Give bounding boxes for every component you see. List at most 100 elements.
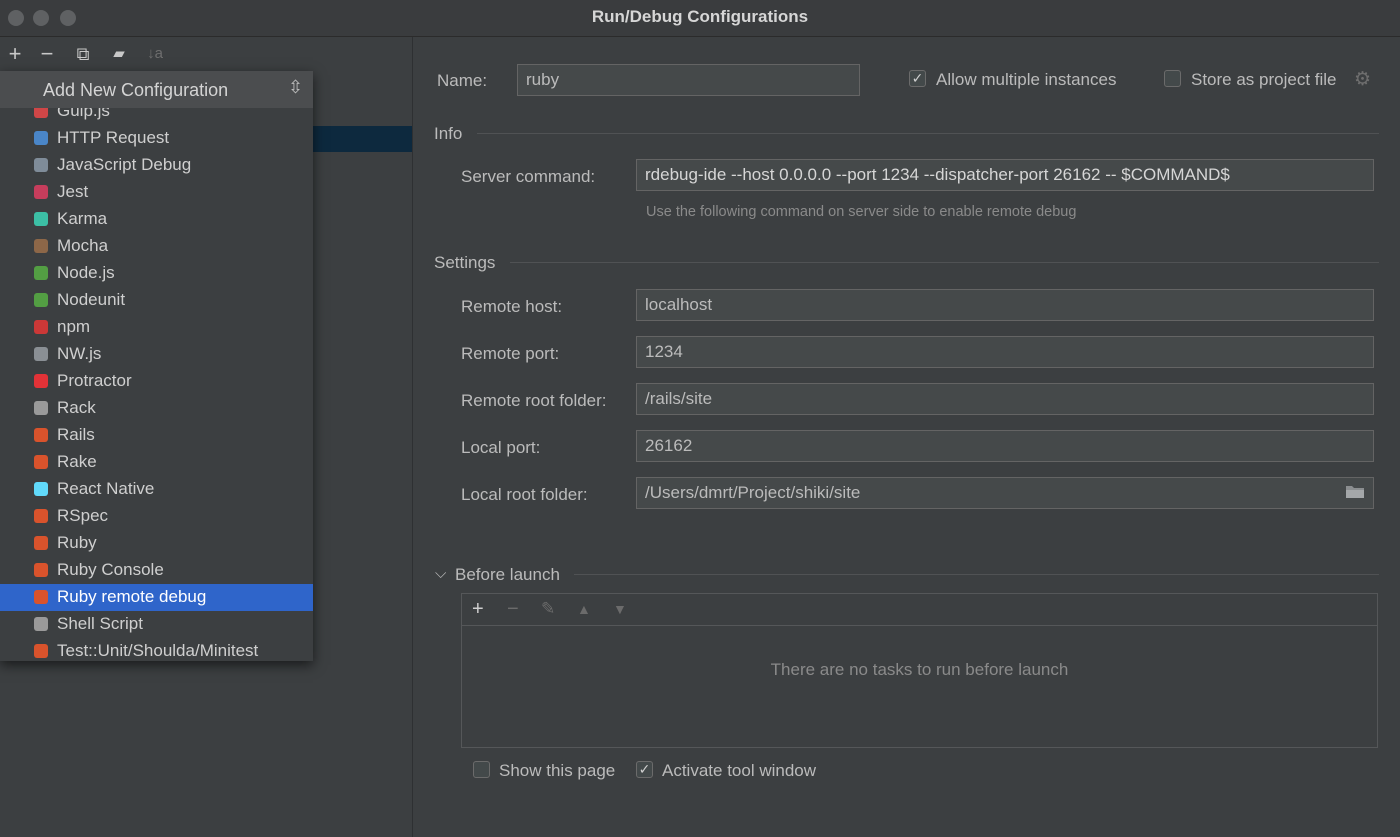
config-type-api[interactable]: HTTP Request	[0, 125, 313, 152]
test-unit-icon	[32, 642, 50, 660]
config-type-ruby-console[interactable]: Ruby Console	[0, 557, 313, 584]
local-root-input[interactable]	[636, 477, 1374, 509]
config-type-nodejs[interactable]: Node.js	[0, 260, 313, 287]
config-type-label: Ruby remote debug	[57, 587, 207, 606]
name-label: Name:	[437, 71, 488, 90]
remove-configuration-button[interactable]: −	[34, 40, 60, 68]
protractor-icon	[32, 372, 50, 390]
config-type-label: Ruby	[57, 533, 97, 552]
config-type-jest[interactable]: Jest	[0, 179, 313, 206]
npm-icon	[32, 318, 50, 336]
add-task-icon[interactable]: +	[472, 596, 484, 622]
show-page-label: Show this page	[499, 761, 616, 780]
config-type-rake[interactable]: Rake	[0, 449, 313, 476]
jest-icon	[32, 183, 50, 201]
server-command-label: Server command:	[461, 167, 596, 186]
local-port-input[interactable]	[636, 430, 1374, 462]
config-type-js-debug[interactable]: JavaScript Debug	[0, 152, 313, 179]
config-type-npm[interactable]: npm	[0, 314, 313, 341]
selected-tree-row[interactable]	[313, 126, 412, 152]
rails-icon	[32, 426, 50, 444]
allow-multiple-checkbox[interactable]: ✓	[909, 70, 926, 87]
config-type-label: Protractor	[57, 371, 132, 390]
config-type-label: Test::Unit/Shoulda/Minitest	[57, 641, 259, 660]
remote-host-label: Remote host:	[461, 297, 563, 316]
config-type-nodeunit[interactable]: Nodeunit	[0, 287, 313, 314]
karma-icon	[32, 210, 50, 228]
info-separator	[477, 133, 1379, 134]
config-type-label: NW.js	[57, 344, 102, 363]
ruby-console-icon	[32, 561, 50, 579]
collapse-icon[interactable]: ⇳	[288, 77, 303, 98]
new-folder-button[interactable]: ▰	[106, 40, 132, 68]
config-type-react[interactable]: React Native	[0, 476, 313, 503]
remote-port-label: Remote port:	[461, 344, 560, 363]
config-type-nwjs[interactable]: NW.js	[0, 341, 313, 368]
config-type-rack[interactable]: Rack	[0, 395, 313, 422]
store-project-label: Store as project file	[1191, 70, 1337, 89]
remote-port-input[interactable]	[636, 336, 1374, 368]
configurations-toolbar: + − ⧉ ▰ ↓a	[0, 40, 412, 70]
config-type-shell-script[interactable]: Shell Script	[0, 611, 313, 638]
server-command-field[interactable]	[636, 159, 1374, 191]
add-configuration-button[interactable]: +	[2, 40, 28, 68]
config-type-label: Karma	[57, 209, 108, 228]
js-debug-icon	[32, 156, 50, 174]
add-configuration-popup: Add New Configuration ⇳ Gulp.js HTTP Requ…	[0, 71, 313, 661]
window-title: Run/Debug Configurations	[591, 7, 809, 26]
config-type-label: Ruby Console	[57, 560, 164, 579]
nodeunit-icon	[32, 291, 50, 309]
config-type-ruby[interactable]: Ruby	[0, 530, 313, 557]
config-type-protractor[interactable]: Protractor	[0, 368, 313, 395]
config-type-karma[interactable]: Karma	[0, 206, 313, 233]
nwjs-icon	[32, 345, 50, 363]
config-type-ruby-remote-debug[interactable]: Ruby remote debug	[0, 584, 313, 611]
config-type-label: Jest	[57, 182, 89, 201]
popup-title: Add New Configuration	[43, 80, 229, 100]
before-launch-separator	[574, 574, 1379, 575]
config-type-label: Rack	[57, 398, 96, 417]
folder-icon[interactable]	[1345, 483, 1365, 504]
config-type-label: Shell Script	[57, 614, 143, 633]
ruby-remote-debug-icon	[32, 588, 50, 606]
remote-root-input[interactable]	[636, 383, 1374, 415]
config-type-label: HTTP Request	[57, 128, 170, 147]
before-launch-title[interactable]: Before launch	[455, 565, 560, 585]
config-type-label: JavaScript Debug	[57, 155, 192, 174]
move-up-icon[interactable]: ▲	[577, 596, 591, 622]
server-command-hint: Use the following command on server side…	[646, 204, 1077, 220]
mocha-icon	[32, 237, 50, 255]
config-type-label: Rake	[57, 452, 97, 471]
config-type-test-unit[interactable]: Test::Unit/Shoulda/Minitest	[0, 638, 313, 665]
remote-host-input[interactable]	[636, 289, 1374, 321]
remote-root-label: Remote root folder:	[461, 391, 607, 410]
no-tasks-message: There are no tasks to run before launch	[770, 660, 1069, 679]
config-type-rspec[interactable]: RSpec	[0, 503, 313, 530]
activate-tool-label: Activate tool window	[662, 761, 817, 780]
allow-multiple-label: Allow multiple instances	[936, 70, 1117, 89]
remove-task-icon[interactable]: −	[507, 596, 519, 622]
config-type-label: Node.js	[57, 263, 115, 282]
activate-tool-checkbox[interactable]: ✓	[636, 761, 653, 778]
edit-task-icon[interactable]: ✎	[541, 596, 555, 622]
show-page-checkbox[interactable]	[473, 761, 490, 778]
config-type-label: RSpec	[57, 506, 109, 525]
move-down-icon[interactable]: ▼	[613, 596, 627, 622]
ruby-icon	[32, 534, 50, 552]
chevron-down-icon[interactable]: ⌵	[435, 565, 446, 582]
info-section-title: Info	[434, 124, 463, 143]
config-type-label: npm	[57, 317, 91, 336]
config-type-rails[interactable]: Rails	[0, 422, 313, 449]
store-project-checkbox[interactable]	[1164, 70, 1181, 87]
react-icon	[32, 480, 50, 498]
gear-icon[interactable]: ⚙	[1354, 68, 1371, 91]
title-bar: Run/Debug Configurations	[0, 0, 1400, 37]
name-input[interactable]	[517, 64, 860, 96]
config-type-mocha[interactable]: Mocha	[0, 233, 313, 260]
shell-script-icon	[32, 615, 50, 633]
api-icon	[32, 129, 50, 147]
copy-configuration-button[interactable]: ⧉	[70, 40, 96, 68]
settings-section-title: Settings	[434, 253, 496, 272]
config-type-label: Nodeunit	[57, 290, 126, 309]
sort-configurations-button[interactable]: ↓a	[142, 40, 168, 68]
